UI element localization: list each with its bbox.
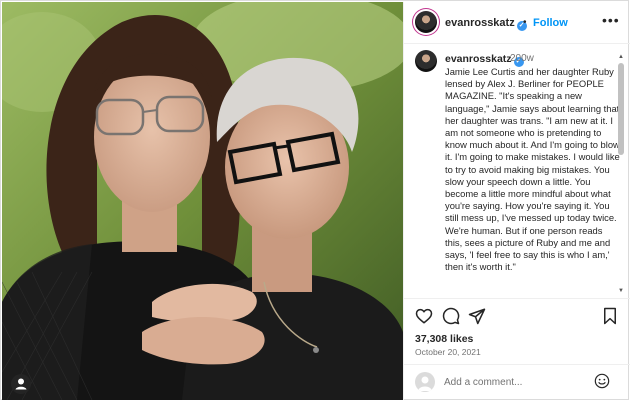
divider — [404, 298, 630, 299]
caption-text: Jamie Lee Curtis and her daughter Ruby l… — [445, 66, 620, 273]
scrollbar-thumb[interactable] — [618, 63, 624, 155]
comment-button[interactable] — [442, 307, 460, 325]
post-photo[interactable] — [2, 2, 403, 400]
caption-author-avatar[interactable] — [415, 50, 437, 72]
post-header: evanrosskatz ✓ • Follow ••• — [404, 2, 630, 44]
separator-dot: • — [523, 17, 527, 28]
caption-section: evanrosskatz ✓ 200w Jamie Lee Curtis and … — [404, 44, 630, 298]
post-side-panel: evanrosskatz ✓ • Follow ••• evanrosskatz ✓… — [403, 2, 630, 400]
bookmark-icon — [604, 307, 616, 325]
paper-plane-icon — [468, 308, 486, 325]
current-user-avatar — [415, 372, 435, 392]
caption-timestamp[interactable]: 200w — [510, 53, 534, 64]
save-button[interactable] — [601, 307, 619, 325]
default-avatar-icon — [418, 376, 432, 391]
add-comment-input[interactable] — [444, 375, 594, 389]
like-button[interactable] — [415, 307, 433, 325]
author-username[interactable]: evanrosskatz ✓ — [445, 17, 527, 31]
likes-count[interactable]: 37,308 likes — [415, 333, 473, 345]
emoji-button[interactable] — [594, 373, 610, 389]
post-date: October 20, 2021 — [415, 347, 481, 357]
emoji-smiley-icon — [594, 373, 610, 389]
post-dialog: evanrosskatz ✓ • Follow ••• evanrosskatz ✓… — [0, 0, 630, 400]
scroll-down-arrow-icon[interactable]: ▼ — [618, 288, 624, 294]
tagged-users-button[interactable] — [11, 374, 31, 394]
caption-scrollbar[interactable]: ▲ ▼ — [618, 54, 624, 296]
heart-icon — [415, 308, 433, 324]
share-button[interactable] — [468, 307, 486, 325]
author-avatar[interactable] — [415, 11, 437, 33]
person-icon — [15, 378, 27, 390]
follow-button[interactable]: Follow — [533, 17, 568, 29]
divider — [404, 364, 630, 365]
scroll-up-arrow-icon[interactable]: ▲ — [618, 54, 624, 60]
more-options-button[interactable]: ••• — [602, 12, 620, 28]
photo-illustration — [2, 2, 403, 400]
comment-icon — [442, 307, 460, 325]
